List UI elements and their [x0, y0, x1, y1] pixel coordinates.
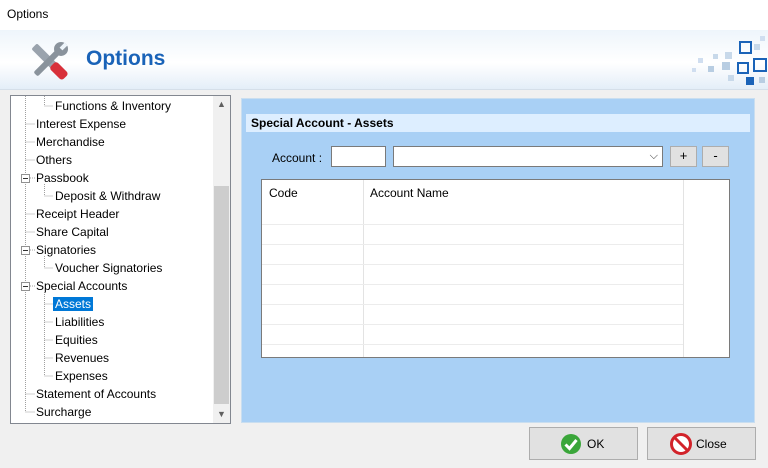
column-header-account-name[interactable]: Account Name [363, 180, 449, 206]
page-title: Options [86, 47, 166, 70]
tree-item-receipt-header[interactable]: Receipt Header [36, 205, 119, 223]
close-button[interactable]: Close [647, 427, 756, 460]
add-account-button[interactable]: + [670, 146, 697, 167]
tree-scrollbar[interactable]: ▲ ▼ [213, 96, 230, 423]
tree-item-share-capital[interactable]: Share Capital [36, 223, 109, 241]
ok-button[interactable]: OK [529, 427, 638, 460]
tree-item-statement-of-accounts[interactable]: Statement of Accounts [36, 385, 156, 403]
scroll-down-icon[interactable]: ▼ [213, 406, 230, 423]
collapse-special-accounts-icon[interactable] [21, 282, 30, 291]
tools-icon [32, 41, 69, 80]
tree-item-passbook[interactable]: Passbook [36, 169, 89, 187]
collapse-signatories-icon[interactable] [21, 246, 30, 255]
account-label: Account : [272, 151, 323, 165]
scrollbar-thumb[interactable] [214, 186, 229, 404]
tree-item-signatories[interactable]: Signatories [36, 241, 96, 259]
tree-item-voucher-signatories[interactable]: Voucher Signatories [55, 259, 162, 277]
tree-item-liabilities[interactable]: Liabilities [55, 313, 104, 331]
scroll-up-icon[interactable]: ▲ [213, 96, 230, 113]
close-button-label: Close [696, 437, 727, 451]
remove-account-button[interactable]: - [702, 146, 729, 167]
column-header-code[interactable]: Code [262, 180, 298, 206]
tree-item-equities[interactable]: Equities [55, 331, 98, 349]
collapse-passbook-icon[interactable] [21, 174, 30, 183]
tree-item-expenses[interactable]: Expenses [55, 367, 108, 385]
tree-item-special-accounts[interactable]: Special Accounts [36, 277, 127, 295]
tree-item-functions-inventory[interactable]: Functions & Inventory [55, 97, 171, 115]
tree-item-merchandise[interactable]: Merchandise [36, 133, 105, 151]
tree-item-deposit-withdraw[interactable]: Deposit & Withdraw [55, 187, 160, 205]
tree-item-surcharge[interactable]: Surcharge [36, 403, 91, 421]
panel-title: Special Account - Assets [246, 114, 750, 132]
tree-item-assets[interactable]: Assets [53, 295, 94, 313]
tree-item-revenues[interactable]: Revenues [55, 349, 109, 367]
tree-item-others[interactable]: Others [36, 151, 72, 169]
account-code-input[interactable] [331, 146, 386, 167]
checkmark-icon [561, 434, 581, 454]
header-banner: Options [0, 30, 768, 90]
close-icon [670, 433, 692, 455]
accounts-table[interactable]: Code Account Name [261, 179, 730, 358]
options-tree[interactable]: Functions & Inventory Interest Expense M… [10, 95, 231, 424]
account-select[interactable]: ⌵ [393, 146, 663, 167]
window-titlebar: Options [0, 0, 768, 30]
decorative-squares [692, 36, 767, 85]
tree-item-interest-expense[interactable]: Interest Expense [36, 115, 126, 133]
window-title: Options [7, 7, 49, 21]
special-account-panel: Special Account - Assets Account : ⌵ + -… [241, 98, 755, 423]
chevron-down-icon[interactable]: ⌵ [650, 150, 658, 163]
ok-button-label: OK [587, 437, 605, 451]
